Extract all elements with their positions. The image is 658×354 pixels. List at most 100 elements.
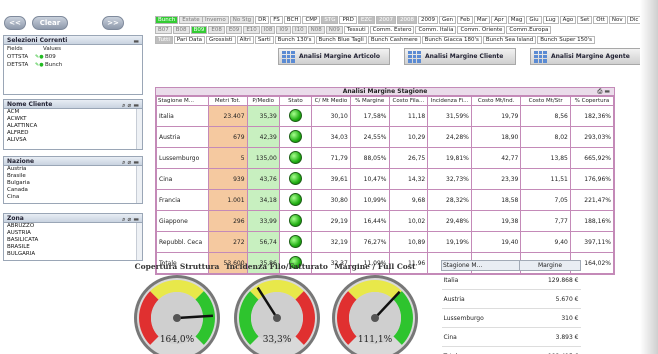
- filter-chip[interactable]: N08: [307, 26, 325, 34]
- list-item[interactable]: Austria: [4, 166, 142, 173]
- filter-chip[interactable]: Gen: [438, 16, 457, 24]
- list-item[interactable]: Canada: [4, 187, 142, 194]
- filter-chip[interactable]: E10: [243, 26, 260, 34]
- list-item[interactable]: Cina: [4, 194, 142, 201]
- list-item[interactable]: ALIVSA: [4, 137, 142, 144]
- column-header[interactable]: Stagione M...: [156, 96, 209, 106]
- filter-chip[interactable]: N09: [325, 26, 343, 34]
- mini-row[interactable]: Italia 129.868 €: [441, 270, 581, 290]
- list-item[interactable]: ABRUZZO: [4, 223, 142, 230]
- list-item[interactable]: ACM: [4, 109, 142, 116]
- filter-chip[interactable]: Tutti: [155, 36, 173, 44]
- filter-chip[interactable]: No Stg: [229, 16, 255, 24]
- mini-column-header[interactable]: Margine: [519, 260, 581, 271]
- column-header[interactable]: % Margine: [349, 96, 390, 106]
- table-row[interactable]: Lussemburgo 5 135,00 71,79 88,05% 26,75 19,81%…: [156, 147, 615, 169]
- filter-chip[interactable]: Feb: [457, 16, 473, 24]
- column-header[interactable]: Incidenza Fi...: [427, 96, 472, 106]
- nome-cliente-listbox[interactable]: Nome Cliente ⌕ ⌀ ▬ ACM ACWKT ALATTINCA ALFRE…: [3, 99, 143, 150]
- filter-chip[interactable]: Sarti: [254, 36, 274, 44]
- forward-button[interactable]: >>: [102, 16, 124, 30]
- filter-chip[interactable]: B08: [172, 26, 190, 34]
- filter-chip[interactable]: B07: [155, 26, 172, 34]
- list-item[interactable]: BULGARIA: [4, 251, 142, 258]
- filter-chip[interactable]: Mag: [507, 16, 526, 24]
- list-item[interactable]: ACWKT: [4, 116, 142, 123]
- filter-chip[interactable]: Ott: [593, 16, 608, 24]
- column-header[interactable]: P/Medio: [246, 96, 280, 106]
- zona-listbox[interactable]: Zona ⌕ ⌀ ▬ ABRUZZO AUSTRIA BASILICATA BRASIL…: [3, 213, 143, 261]
- scrollbar[interactable]: [136, 223, 142, 260]
- filter-chip[interactable]: Bunch Super 150's: [537, 36, 595, 44]
- column-header[interactable]: Metri Tot.: [207, 96, 248, 106]
- filter-chip[interactable]: Altri: [236, 36, 254, 44]
- column-header[interactable]: C/ Mt Medio: [311, 96, 351, 106]
- filter-chip[interactable]: E09: [225, 26, 243, 34]
- list-item[interactable]: ALATTINCA: [4, 123, 142, 130]
- scrollbar[interactable]: [136, 166, 142, 203]
- column-header[interactable]: Costo Mt/Ind.: [470, 96, 522, 106]
- mini-row[interactable]: Austria 5.670 €: [441, 289, 581, 309]
- filter-chip[interactable]: Comm. Italia: [415, 26, 457, 34]
- filter-chip[interactable]: STG: [321, 16, 339, 24]
- filter-chip[interactable]: PRD: [339, 16, 357, 24]
- selection-status-icon[interactable]: ✎●: [35, 54, 45, 60]
- table-row[interactable]: Francia 1.001 34,18 30,80 10,99% 9,68 28,32% 18…: [156, 189, 615, 211]
- print-minimize-icons[interactable]: ⎙ ▬: [597, 88, 610, 96]
- table-row[interactable]: Austria 679 42,39 34,03 24,55% 10,29 24,28% 18,…: [156, 126, 615, 148]
- filter-chip[interactable]: Ago: [559, 16, 577, 24]
- list-item[interactable]: ALFRED: [4, 130, 142, 137]
- selection-status-icon[interactable]: ✎●: [35, 62, 45, 68]
- clear-button[interactable]: Clear: [32, 16, 68, 30]
- list-item[interactable]: AUSTRIA: [4, 230, 142, 237]
- filter-chip[interactable]: Bunch Sea Island: [482, 36, 537, 44]
- filter-chip[interactable]: FS: [270, 16, 283, 24]
- back-button[interactable]: <<: [4, 16, 26, 30]
- filter-chip[interactable]: Bunch Giacca 180's: [421, 36, 482, 44]
- filter-chip[interactable]: Pari Data: [173, 36, 205, 44]
- table-row[interactable]: Repubbl. Ceca 272 56,74 32,19 76,27% 10,89 19,…: [156, 231, 615, 253]
- filter-chip[interactable]: Tessuti: [343, 26, 369, 34]
- column-header[interactable]: % Copertura: [569, 96, 615, 106]
- filter-chip[interactable]: Comm. Estero: [369, 26, 415, 34]
- filter-chip[interactable]: CMP: [302, 16, 321, 24]
- nazione-listbox[interactable]: Nazione ⌕ ⌀ ▬ Austria Brasile Bulgaria Canad…: [3, 156, 143, 204]
- table-row[interactable]: Giappone 296 33,99 29,19 16,44% 10,02 29,48% 19…: [156, 210, 615, 232]
- filter-chip[interactable]: 2007: [375, 16, 396, 24]
- filter-chip[interactable]: I09: [276, 26, 292, 34]
- filter-chip[interactable]: Apr: [491, 16, 507, 24]
- list-item[interactable]: BASILICATA: [4, 237, 142, 244]
- scrollbar[interactable]: [136, 109, 142, 149]
- table-row[interactable]: Cina 939 43,76 39,61 10,47% 14,32 32,73% 23,39 1…: [156, 168, 615, 190]
- column-header[interactable]: Stato: [278, 96, 313, 106]
- table-row[interactable]: Italia 23.407 35,39 30,10 17,58% 11,18 31,59% 1…: [156, 105, 615, 127]
- mini-row[interactable]: Cina 3.893 €: [441, 327, 581, 347]
- filter-chip[interactable]: BCH: [283, 16, 302, 24]
- filter-chip[interactable]: Grossisti: [205, 36, 236, 44]
- filter-chip[interactable]: E08: [208, 26, 225, 34]
- filter-chip[interactable]: DR: [255, 16, 270, 24]
- mini-row[interactable]: Lussemburgo 310 €: [441, 308, 581, 328]
- filter-chip[interactable]: Giu: [526, 16, 542, 24]
- filter-chip[interactable]: Comm. Oriente: [457, 26, 506, 34]
- filter-chip[interactable]: I08: [260, 26, 276, 34]
- filter-chip[interactable]: Estate | Inverno: [179, 16, 229, 24]
- filter-chip[interactable]: EZC: [357, 16, 375, 24]
- filter-chip[interactable]: Mar: [473, 16, 491, 24]
- list-item[interactable]: Brasile: [4, 173, 142, 180]
- analisi-articolo-button[interactable]: Analisi Margine Articolo: [278, 48, 390, 65]
- filter-chip[interactable]: Nov: [608, 16, 626, 24]
- filter-chip[interactable]: Bunch: [155, 16, 179, 24]
- minimize-icon[interactable]: ▬: [133, 37, 139, 46]
- list-item[interactable]: BRASILE: [4, 244, 142, 251]
- filter-chip[interactable]: Bunch 130's: [274, 36, 315, 44]
- filter-chip[interactable]: Lug: [542, 16, 559, 24]
- analisi-cliente-button[interactable]: Analisi Margine Cliente: [404, 48, 516, 65]
- filter-chip[interactable]: Bunch Cashmere: [367, 36, 421, 44]
- filter-chip[interactable]: 2008: [396, 16, 417, 24]
- column-header[interactable]: Costo Mt/Str: [520, 96, 571, 106]
- filter-chip[interactable]: Set: [577, 16, 593, 24]
- filter-chip[interactable]: 2009: [417, 16, 438, 24]
- filter-chip[interactable]: B09: [190, 26, 208, 34]
- filter-chip[interactable]: I10: [292, 26, 307, 34]
